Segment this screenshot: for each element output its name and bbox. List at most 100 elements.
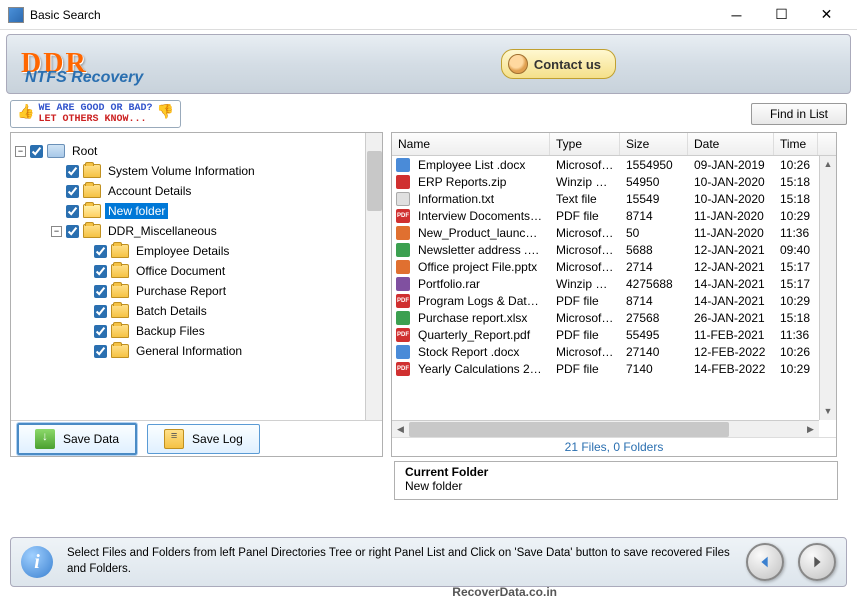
tree-label[interactable]: Batch Details xyxy=(133,303,210,319)
find-in-list-button[interactable]: Find in List xyxy=(751,103,847,125)
footer: i Select Files and Folders from left Pan… xyxy=(10,537,847,587)
file-list[interactable]: Employee List .docxMicrosoft...155495009… xyxy=(392,156,836,437)
collapse-icon[interactable]: − xyxy=(15,146,26,157)
tree-checkbox[interactable] xyxy=(66,165,79,178)
tree-root[interactable]: − Root xyxy=(15,141,378,161)
back-button[interactable] xyxy=(746,543,784,581)
file-type: Microsoft... xyxy=(550,260,620,274)
tree-item[interactable]: New folder xyxy=(15,201,378,221)
tree-checkbox[interactable] xyxy=(94,345,107,358)
tree-checkbox[interactable] xyxy=(66,205,79,218)
collapse-icon[interactable]: − xyxy=(51,226,62,237)
toolbar: 👍 WE ARE GOOD OR BAD? LET OTHERS KNOW...… xyxy=(10,100,847,128)
contact-button[interactable]: Contact us xyxy=(501,49,616,79)
tree-label[interactable]: General Information xyxy=(133,343,245,359)
file-size: 55495 xyxy=(620,328,688,342)
tree-item[interactable]: Office Document xyxy=(15,261,378,281)
file-size: 7140 xyxy=(620,362,688,376)
file-row[interactable]: New_Product_launch.pptxMicrosoft...5011-… xyxy=(392,224,836,241)
col-date[interactable]: Date xyxy=(688,133,774,155)
minimize-button[interactable]: ─ xyxy=(714,1,759,29)
file-type: PDF file xyxy=(550,209,620,223)
file-row[interactable]: Portfolio.rarWinzip File427568814-JAN-20… xyxy=(392,275,836,292)
file-row[interactable]: Yearly Calculations 2022....PDF file7140… xyxy=(392,360,836,377)
tree-checkbox[interactable] xyxy=(94,285,107,298)
tree-label[interactable]: Office Document xyxy=(133,263,228,279)
tree-scrollbar[interactable] xyxy=(365,133,382,421)
file-name: New_Product_launch.pptx xyxy=(412,226,550,240)
file-row[interactable]: Interview Docoments .pdfPDF file871411-J… xyxy=(392,207,836,224)
file-date: 12-JAN-2021 xyxy=(688,243,774,257)
save-log-button[interactable]: Save Log xyxy=(147,424,260,454)
save-data-icon xyxy=(35,429,55,449)
tree-label[interactable]: System Volume Information xyxy=(105,163,258,179)
folder-icon xyxy=(111,244,129,258)
file-row[interactable]: Stock Report .docxMicrosoft...2714012-FE… xyxy=(392,343,836,360)
col-time[interactable]: Time xyxy=(774,133,818,155)
tree-checkbox[interactable] xyxy=(66,225,79,238)
tree-label[interactable]: Backup Files xyxy=(133,323,208,339)
zip-icon xyxy=(396,175,410,189)
close-button[interactable]: ✕ xyxy=(804,1,849,29)
col-type[interactable]: Type xyxy=(550,133,620,155)
tree-checkbox[interactable] xyxy=(94,265,107,278)
maximize-button[interactable]: ☐ xyxy=(759,1,804,29)
file-time: 09:40 xyxy=(774,243,818,257)
file-row[interactable]: Employee List .docxMicrosoft...155495009… xyxy=(392,156,836,173)
file-row[interactable]: Purchase report.xlsxMicrosoft...2756826-… xyxy=(392,309,836,326)
file-date: 09-JAN-2019 xyxy=(688,158,774,172)
tree-label[interactable]: DDR_Miscellaneous xyxy=(105,223,220,239)
file-time: 10:29 xyxy=(774,294,818,308)
file-name: Information.txt xyxy=(412,192,550,206)
tree-checkbox[interactable] xyxy=(30,145,43,158)
file-date: 10-JAN-2020 xyxy=(688,175,774,189)
file-row[interactable]: Office project File.pptxMicrosoft...2714… xyxy=(392,258,836,275)
tree-item[interactable]: General Information xyxy=(15,341,378,361)
person-icon xyxy=(508,54,528,74)
tree-item[interactable]: Backup Files xyxy=(15,321,378,341)
file-date: 14-FEB-2022 xyxy=(688,362,774,376)
tree-label[interactable]: Account Details xyxy=(105,183,194,199)
tree-checkbox[interactable] xyxy=(94,245,107,258)
tree-label[interactable]: Root xyxy=(69,143,100,159)
save-log-label: Save Log xyxy=(192,432,243,446)
col-name[interactable]: Name xyxy=(392,133,550,155)
file-date: 10-JAN-2020 xyxy=(688,192,774,206)
tree-item[interactable]: − DDR_Miscellaneous xyxy=(15,221,378,241)
col-size[interactable]: Size xyxy=(620,133,688,155)
feedback-badge[interactable]: 👍 WE ARE GOOD OR BAD? LET OTHERS KNOW...… xyxy=(10,100,181,128)
file-row[interactable]: Newsletter address .xlsxMicrosoft...5688… xyxy=(392,241,836,258)
tree-label[interactable]: New folder xyxy=(105,203,168,219)
tree-item[interactable]: Batch Details xyxy=(15,301,378,321)
tree-item[interactable]: Account Details xyxy=(15,181,378,201)
directory-tree[interactable]: − Root System Volume Information Account De… xyxy=(11,133,382,421)
titlebar: Basic Search ─ ☐ ✕ xyxy=(0,0,857,30)
tree-label[interactable]: Employee Details xyxy=(133,243,232,259)
file-time: 15:18 xyxy=(774,311,818,325)
tree-item[interactable]: Purchase Report xyxy=(15,281,378,301)
file-name: Yearly Calculations 2022.... xyxy=(412,362,550,376)
file-row[interactable]: Information.txtText file1554910-JAN-2020… xyxy=(392,190,836,207)
file-row[interactable]: Program Logs & Data .pdfPDF file871414-J… xyxy=(392,292,836,309)
tree-checkbox[interactable] xyxy=(66,185,79,198)
tree-checkbox[interactable] xyxy=(94,305,107,318)
thumb-down-icon: 👎 xyxy=(156,106,173,121)
save-data-button[interactable]: Save Data xyxy=(17,423,137,455)
file-row[interactable]: ERP Reports.zipWinzip File5495010-JAN-20… xyxy=(392,173,836,190)
tree-panel: − Root System Volume Information Account De… xyxy=(10,132,383,457)
tree-label[interactable]: Purchase Report xyxy=(133,283,229,299)
subtitle: NTFS Recovery xyxy=(25,69,143,87)
file-row[interactable]: Quarterly_Report.pdfPDF file5549511-FEB-… xyxy=(392,326,836,343)
tree-checkbox[interactable] xyxy=(94,325,107,338)
folder-icon xyxy=(111,264,129,278)
tree-item[interactable]: System Volume Information xyxy=(15,161,378,181)
file-scrollbar-v[interactable]: ▲▼ xyxy=(819,156,836,420)
file-date: 12-FEB-2022 xyxy=(688,345,774,359)
file-scrollbar-h[interactable]: ◀▶ xyxy=(392,420,819,437)
file-type: Winzip File xyxy=(550,175,620,189)
pptx-icon xyxy=(396,260,410,274)
forward-button[interactable] xyxy=(798,543,836,581)
feedback-line2: LET OTHERS KNOW... xyxy=(38,114,152,125)
tree-item[interactable]: Employee Details xyxy=(15,241,378,261)
thumb-up-icon: 👍 xyxy=(17,106,34,121)
